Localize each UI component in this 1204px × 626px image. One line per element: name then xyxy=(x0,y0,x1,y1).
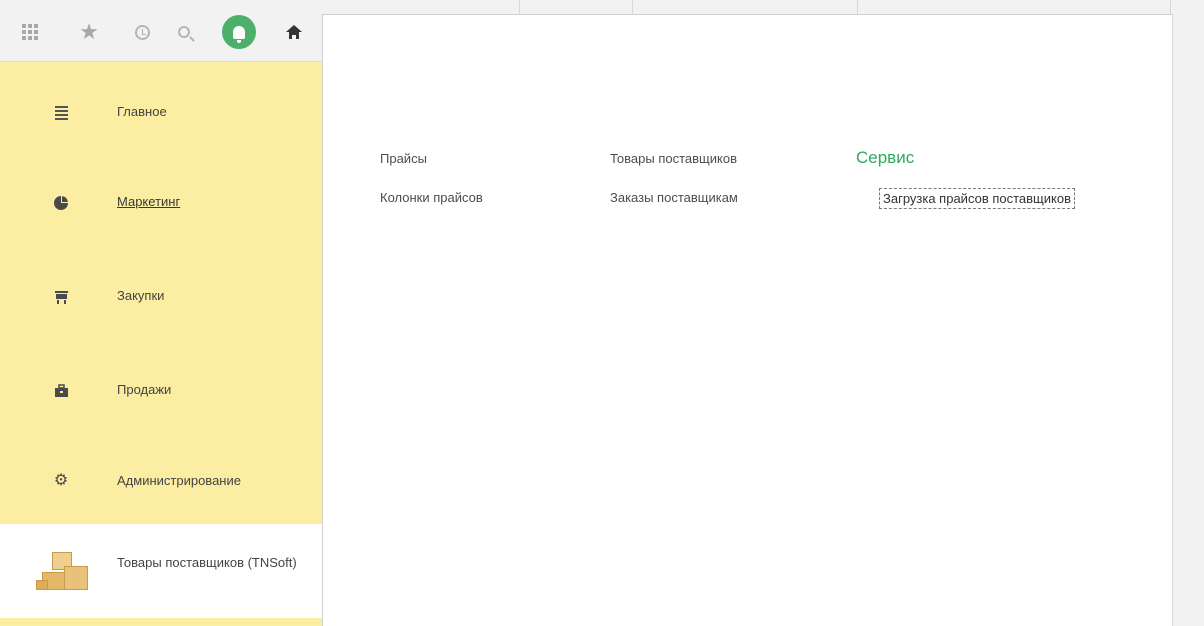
gear-icon: ⚙ xyxy=(53,472,69,489)
home-icon[interactable] xyxy=(282,20,306,44)
favorites-star-icon[interactable]: ★ xyxy=(77,20,101,44)
apps-grid-icon[interactable] xyxy=(22,24,38,40)
link-supplier-goods[interactable]: Товары поставщиков xyxy=(610,151,737,166)
sidebar-item-label: Закупки xyxy=(117,288,165,303)
section-workspace: Прайсы Колонки прайсов Товары поставщико… xyxy=(322,14,1172,626)
sidebar-item-label: Администрирование xyxy=(117,473,241,488)
briefcase-icon xyxy=(53,383,69,399)
search-icon[interactable] xyxy=(172,20,196,44)
tab-separator xyxy=(857,0,858,14)
right-panel-edge xyxy=(1172,14,1204,626)
history-icon[interactable] xyxy=(130,20,154,44)
sidebar-item-administration[interactable]: ⚙ Администрирование xyxy=(0,422,322,512)
group-title-service: Сервис xyxy=(856,148,915,167)
window-tabs-bar xyxy=(322,0,1204,14)
sidebar-item-label: Продажи xyxy=(117,382,172,397)
link-supplier-orders[interactable]: Заказы поставщикам xyxy=(610,190,738,205)
top-toolbar: ★ xyxy=(0,0,322,62)
tab-separator xyxy=(632,0,633,14)
link-price-columns[interactable]: Колонки прайсов xyxy=(380,190,483,205)
menu-lines-icon xyxy=(53,105,69,121)
tab-separator xyxy=(519,0,520,14)
sidebar-item-main[interactable]: Главное xyxy=(0,62,322,152)
sidebar-item-sales[interactable]: Продажи xyxy=(0,332,322,422)
sidebar-item-marketing[interactable]: Маркетинг xyxy=(0,152,322,242)
cart-icon xyxy=(53,289,69,305)
link-load-supplier-prices[interactable]: Загрузка прайсов поставщиков xyxy=(879,188,1075,209)
sidebar-item-supplier-goods[interactable]: Товары поставщиков (TNSoft) xyxy=(0,524,322,618)
notifications-bell-icon[interactable] xyxy=(222,15,256,49)
sidebar-item-label: Маркетинг xyxy=(117,194,181,209)
sidebar-item-label: Главное xyxy=(117,104,167,119)
sidebar-item-purchases[interactable]: Закупки xyxy=(0,242,322,332)
tab-separator xyxy=(1170,0,1171,14)
link-prices[interactable]: Прайсы xyxy=(380,151,427,166)
sidebar-item-label: Товары поставщиков (TNSoft) xyxy=(117,555,297,570)
pie-chart-icon xyxy=(53,195,69,211)
boxes-icon xyxy=(36,550,98,592)
sections-panel: Главное Маркетинг Закупки Продажи ⚙ Адми… xyxy=(0,62,322,626)
